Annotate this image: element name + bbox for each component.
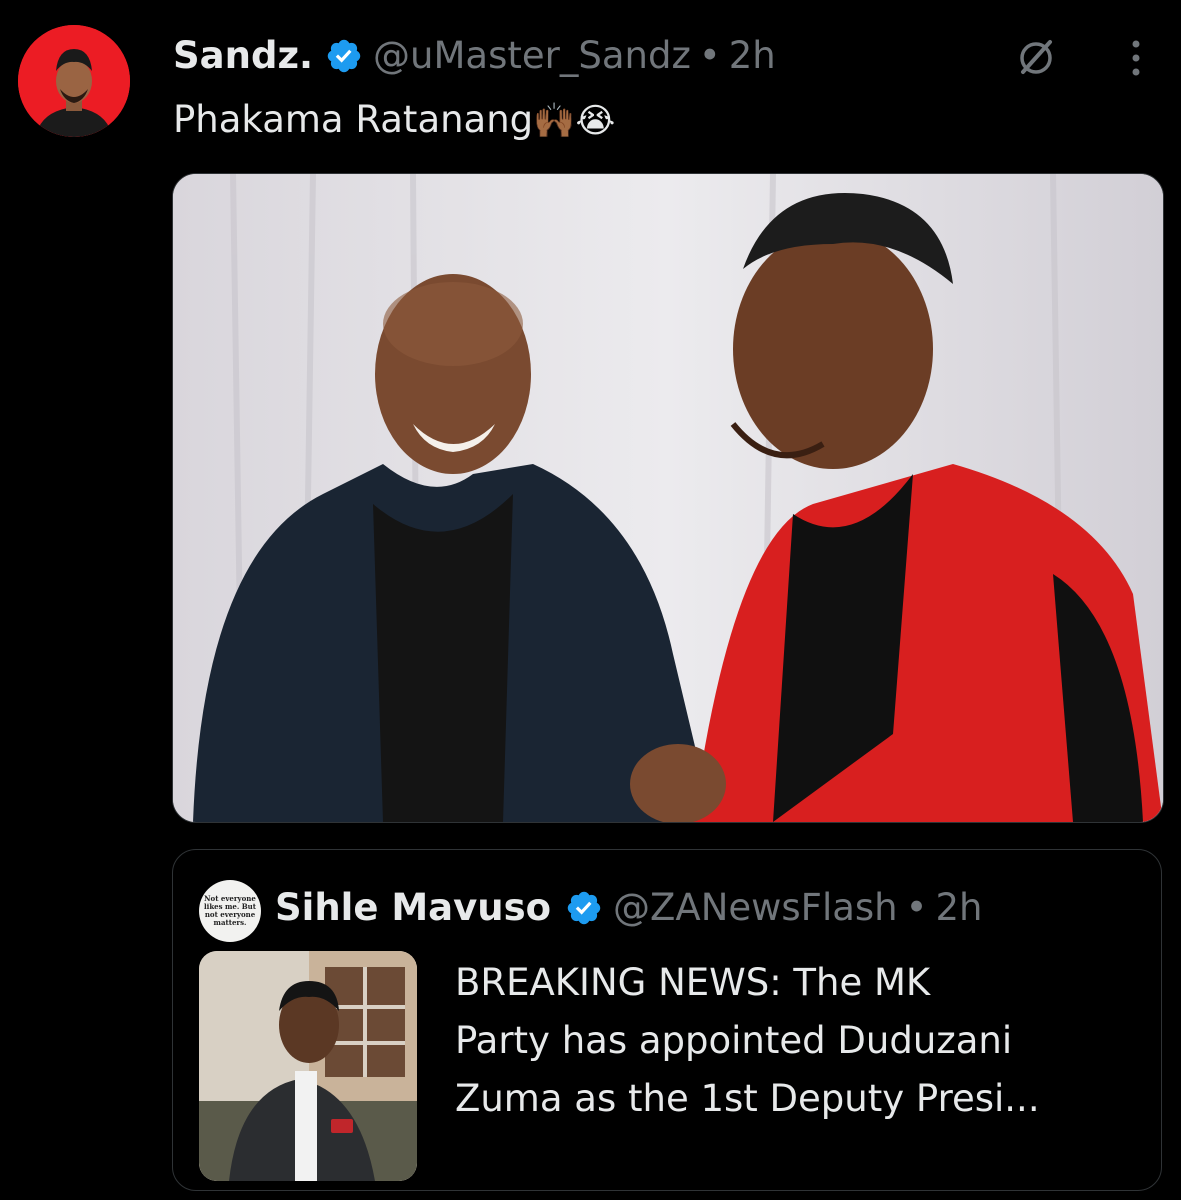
quote-text: BREAKING NEWS: The MK Party has appointe… [455, 954, 1135, 1128]
quote-thumbnail-photo [199, 951, 417, 1181]
tweet-emojis: 🙌🏾😭 [533, 101, 616, 141]
quote-author-avatar[interactable]: Not everyone likes me. But not everyone … [199, 880, 261, 942]
tweet-media-photo[interactable] [172, 173, 1164, 823]
quote-text-line-2: Party has appointed Duduzani [455, 1019, 1013, 1062]
more-icon[interactable] [1131, 38, 1141, 78]
quote-author-display-name[interactable]: Sihle Mavuso [275, 882, 551, 934]
quote-timestamp[interactable]: 2h [935, 882, 982, 934]
verified-badge-icon [567, 891, 601, 925]
avatar-portrait [18, 25, 130, 137]
quote-thumbnail[interactable] [199, 951, 417, 1181]
quote-header: Sihle Mavuso @ZANewsFlash • 2h [275, 882, 982, 934]
quote-separator-dot: • [905, 886, 928, 929]
quoted-tweet[interactable]: Not everyone likes me. But not everyone … [172, 849, 1162, 1191]
quote-text-line-3: Zuma as the 1st Deputy Presi... [455, 1077, 1040, 1120]
separator-dot: • [698, 34, 721, 77]
verified-badge-icon [327, 39, 361, 73]
tweet-text: Phakama Ratanang🙌🏾😭 [173, 96, 615, 145]
quote-avatar-line-4: matters. [213, 918, 247, 927]
tweet-header: Sandz. @uMaster_Sandz • 2h [173, 30, 776, 82]
quote-text-line-1: BREAKING NEWS: The MK [455, 961, 931, 1004]
quote-author-handle[interactable]: @ZANewsFlash [613, 882, 898, 934]
author-handle[interactable]: @uMaster_Sandz [373, 30, 691, 82]
photo-two-men [173, 174, 1163, 822]
tweet-text-body: Phakama Ratanang [173, 98, 534, 141]
quote-avatar-text: Not everyone likes me. But not everyone … [203, 895, 257, 927]
author-avatar[interactable] [18, 25, 130, 137]
author-display-name[interactable]: Sandz. [173, 30, 313, 82]
timestamp[interactable]: 2h [729, 30, 776, 82]
grok-icon[interactable] [1015, 36, 1057, 78]
